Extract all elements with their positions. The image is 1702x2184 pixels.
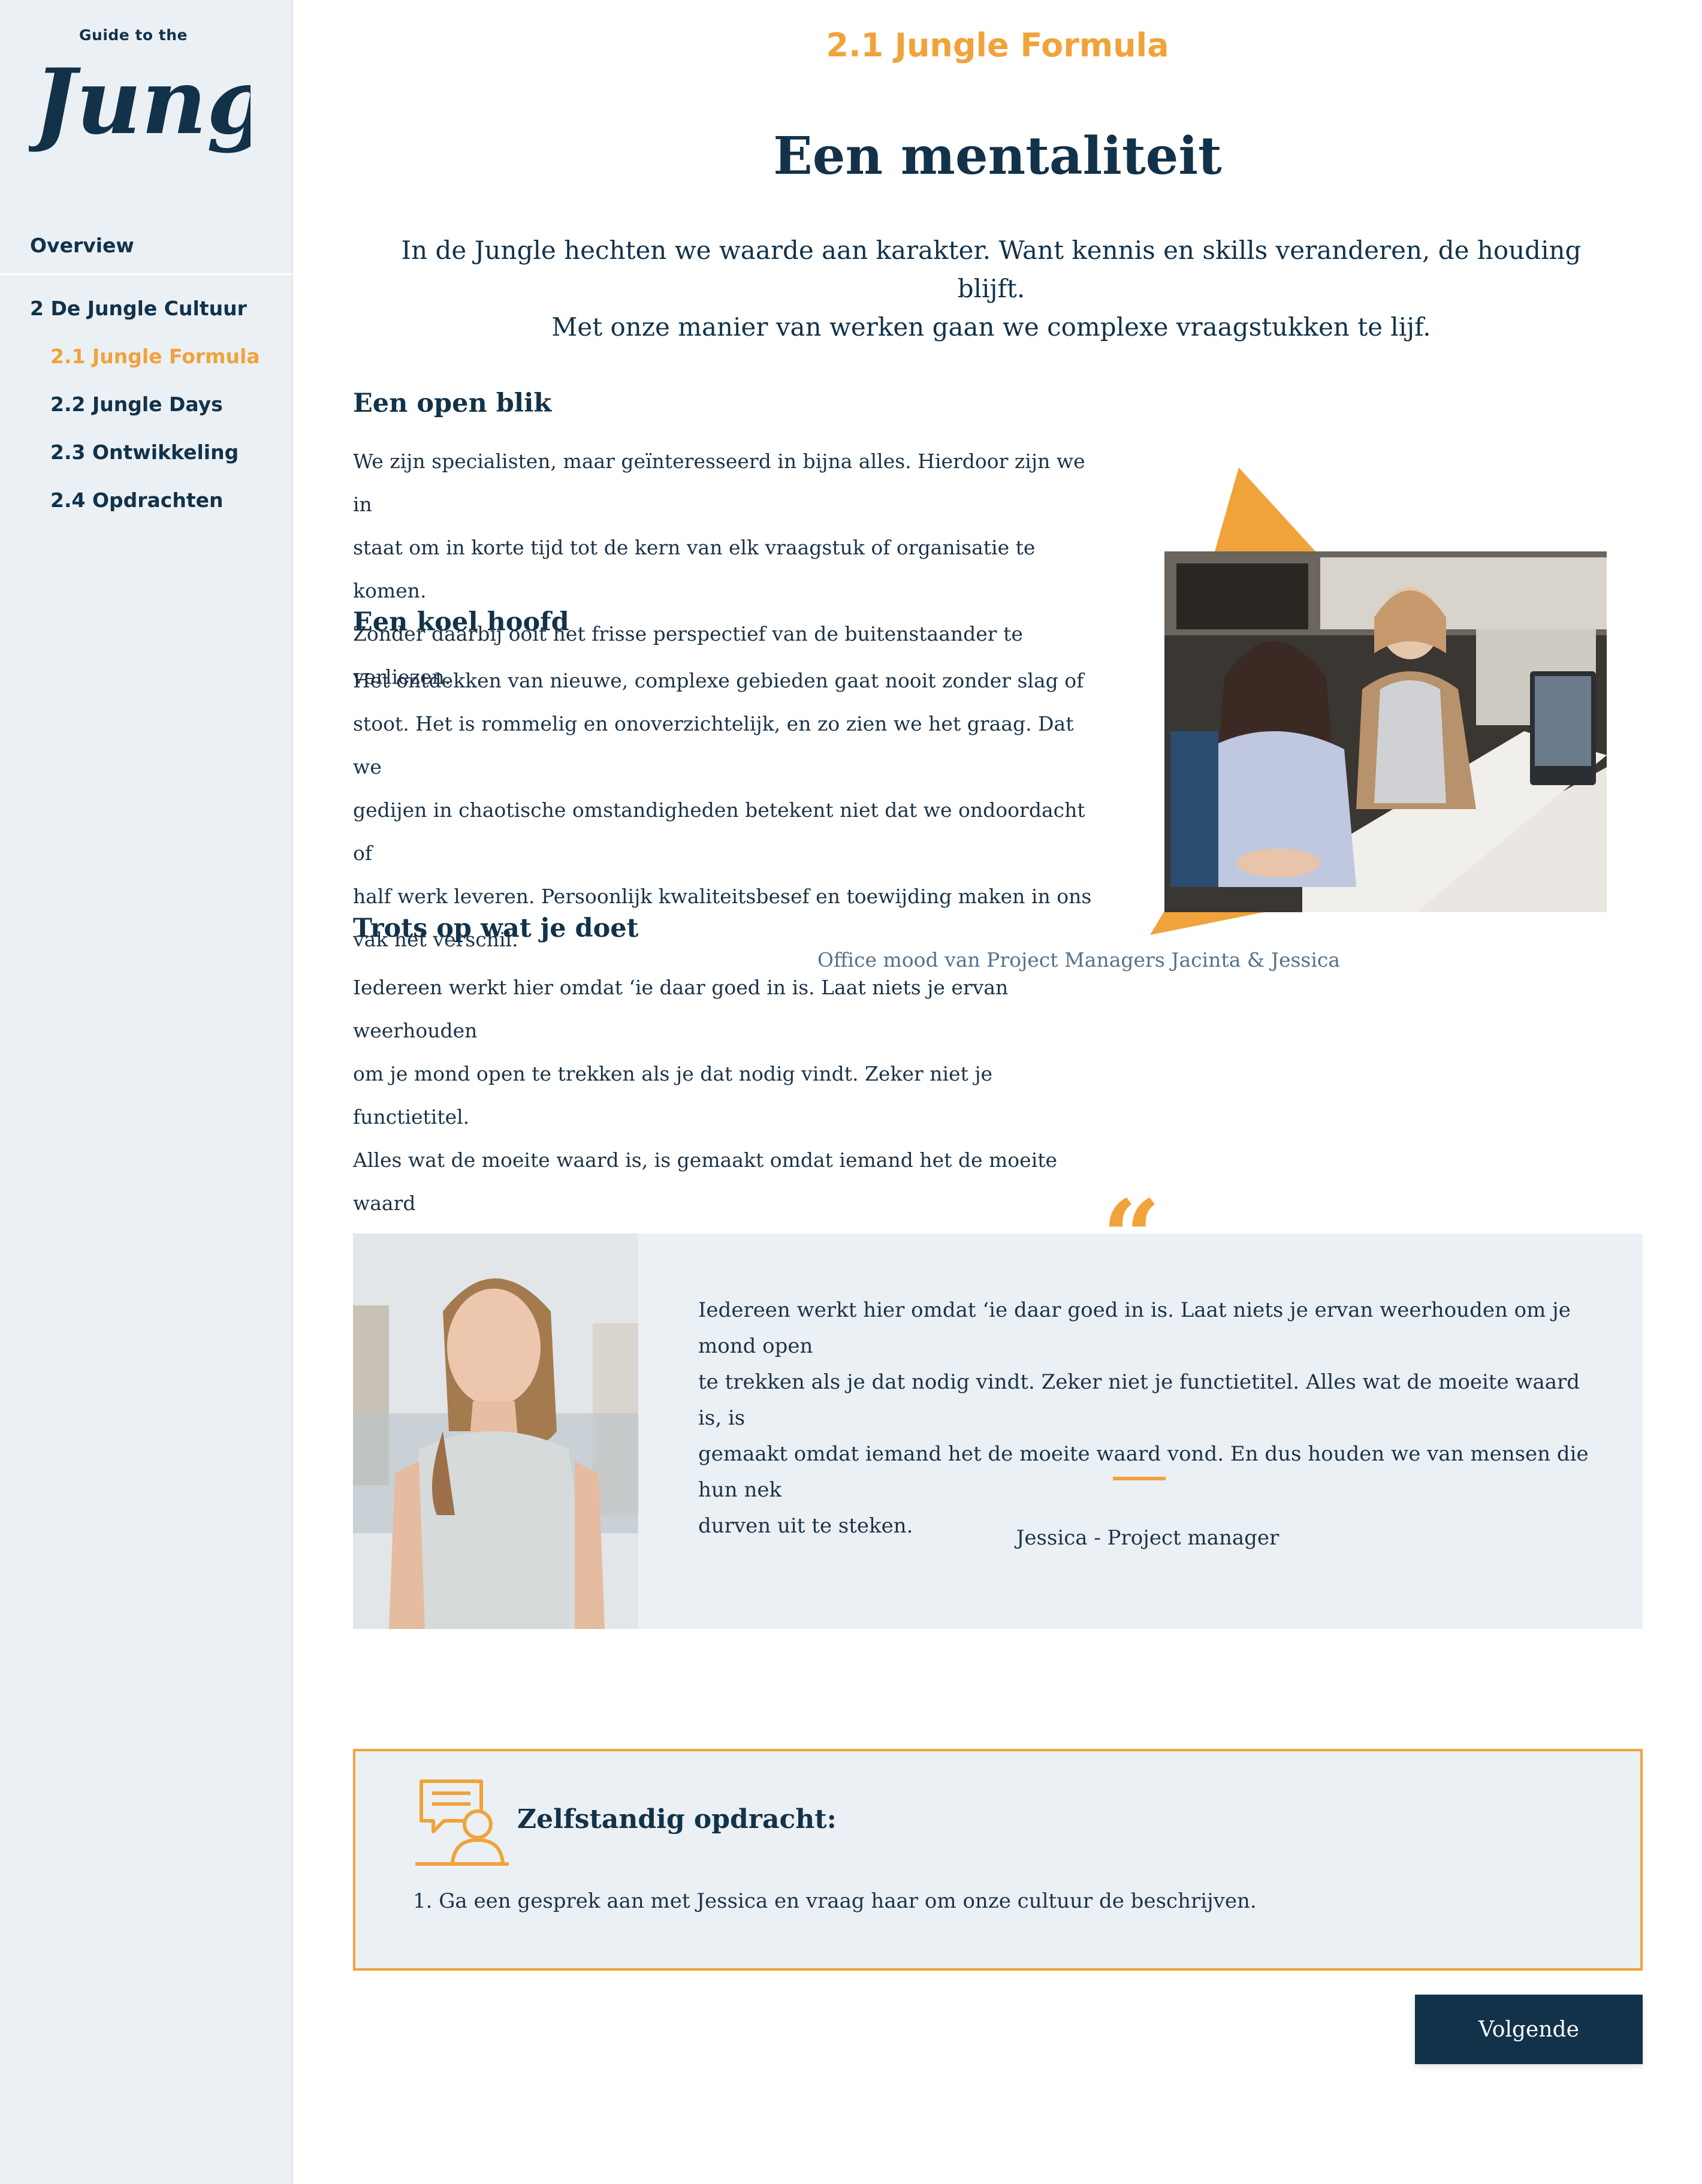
quote-divider (1113, 1477, 1166, 1480)
sidebar-item-jungle-formula[interactable]: 2.1 Jungle Formula (50, 345, 260, 368)
quote-mark-icon: “ (1102, 1178, 1161, 1298)
intro-line: In de Jungle hechten we waarde aan karak… (401, 236, 1582, 303)
section-heading: Een open blik (353, 388, 552, 418)
photo-caption: Office mood van Project Managers Jacinta… (817, 948, 1341, 972)
body-line: Alles wat de moeite waard is, is gemaakt… (353, 1148, 1058, 1215)
quote-line: gemaakt omdat iemand het de moeite waard… (698, 1442, 1589, 1502)
sidebar-item-ontwikkeling[interactable]: 2.3 Ontwikkeling (50, 441, 239, 464)
quote-block: Iedereen werkt hier omdat ‘ie daar goed … (353, 1233, 1643, 1629)
body-line: staat om in korte tijd tot de kern van e… (353, 536, 1036, 602)
next-button[interactable]: Volgende (1415, 1995, 1643, 2064)
page-title: Een mentaliteit (773, 126, 1222, 186)
conversation-icon (415, 1779, 509, 1866)
body-line: Iedereen werkt hier omdat ‘ie daar goed … (353, 976, 1009, 1042)
section-label: 2.1 Jungle Formula (826, 26, 1169, 64)
main-content: 2.1 Jungle Formula Een mentaliteit In de… (293, 0, 1702, 2184)
quote-line: te trekken als je dat nodig vindt. Zeker… (698, 1370, 1580, 1430)
body-line: half werk leveren. Persoonlijk kwaliteit… (353, 885, 1092, 908)
jessica-portrait (353, 1233, 638, 1629)
office-photo (1164, 551, 1607, 912)
intro-line: Met onze manier van werken gaan we compl… (551, 312, 1431, 342)
section-heading: Een koel hoofd (353, 607, 569, 637)
quote-text: Iedereen werkt hier omdat ‘ie daar goed … (698, 1292, 1597, 1544)
body-line: stoot. Het is rommelig en onoverzichteli… (353, 712, 1074, 779)
jungle-logo-mark: Jungle (29, 49, 251, 155)
jungle-logo[interactable]: Guide to the Jungle (29, 26, 251, 155)
assignment-list: 1. Ga een gesprek aan met Jessica en vra… (413, 1889, 1257, 1913)
assignment-title: Zelfstandig opdracht: (517, 1804, 837, 1835)
quote-author: Jessica - Project manager (1016, 1526, 1279, 1550)
body-line: om je mond open te trekken als je dat no… (353, 1062, 993, 1129)
sidebar-divider (0, 273, 293, 275)
body-line: gedijen in chaotische omstandigheden bet… (353, 798, 1085, 865)
body-line: We zijn specialisten, maar geïnteresseer… (353, 450, 1085, 516)
assignment-box: Zelfstandig opdracht: 1. Ga een gesprek … (353, 1749, 1643, 1971)
sidebar-item-opdrachten[interactable]: 2.4 Opdrachten (50, 488, 224, 512)
sidebar-item-overview[interactable]: Overview (30, 234, 134, 257)
sidebar: Guide to the Jungle Overview 2 De Jungle… (0, 0, 293, 2184)
sidebar-chapter[interactable]: 2 De Jungle Cultuur (30, 297, 247, 320)
svg-text:Jungle: Jungle (29, 49, 251, 155)
body-line: Het ontdekken van nieuwe, complexe gebie… (353, 669, 1084, 692)
section-heading: Trots op wat je doet (353, 913, 639, 943)
intro-text: In de Jungle hechten we waarde aan karak… (377, 231, 1606, 346)
assignment-item: 1. Ga een gesprek aan met Jessica en vra… (413, 1889, 1257, 1913)
quote-line: Iedereen werkt hier omdat ‘ie daar goed … (698, 1298, 1571, 1358)
office-photo-figure (1114, 461, 1623, 941)
section-body: Iedereen werkt hier omdat ‘ie daar goed … (353, 966, 1096, 1268)
sidebar-item-jungle-days[interactable]: 2.2 Jungle Days (50, 393, 223, 416)
